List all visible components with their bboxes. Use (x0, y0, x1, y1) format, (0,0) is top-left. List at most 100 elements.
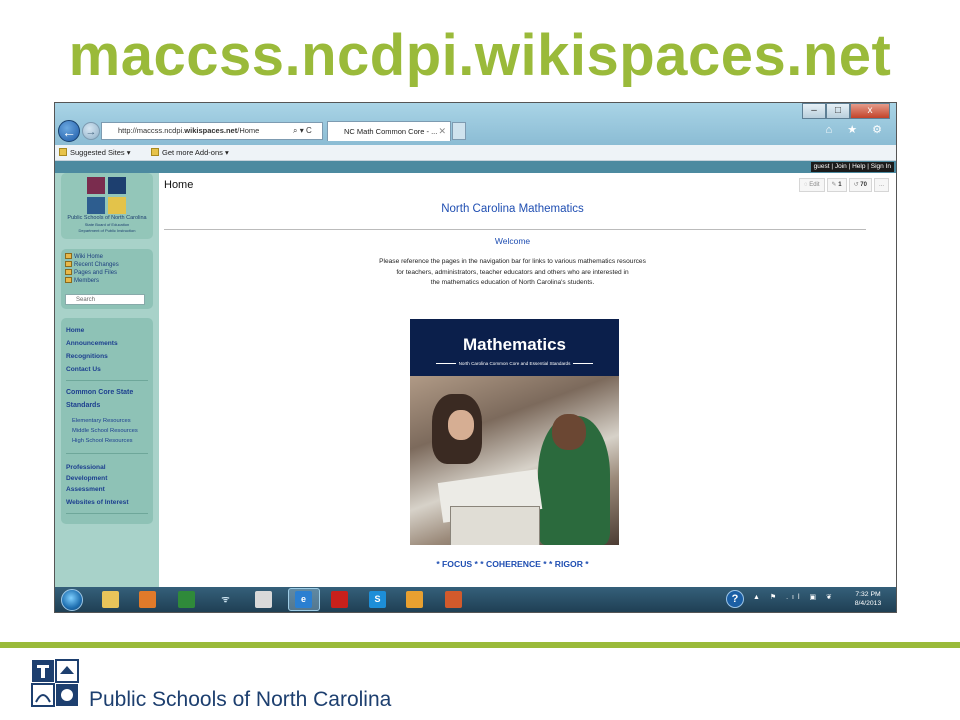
comments-button[interactable]: ✎ 1 (826, 178, 847, 192)
logo-line2: State Board of Education (84, 221, 130, 227)
minimize-button[interactable]: – (802, 103, 826, 119)
teacher-face (552, 414, 586, 450)
forward-button[interactable]: → (82, 122, 100, 140)
focus-coherence-rigor: * FOCUS * * COHERENCE * * RIGOR * (436, 559, 589, 569)
tab-nc-math[interactable]: NC Math Common Core - ... ✕ (327, 121, 451, 141)
dpi-logo-text: Public Schools of North Carolina State B… (61, 215, 153, 235)
nav-contact-us[interactable]: Contact Us (66, 366, 101, 374)
members-icon (65, 277, 72, 283)
nav-recognitions[interactable]: Recognitions (66, 353, 108, 361)
nav-divider (66, 380, 148, 381)
nav-elementary[interactable]: Elementary Resources (72, 417, 131, 425)
media-player-icon[interactable] (139, 591, 156, 608)
footer-rule (0, 642, 960, 648)
page-heading: North Carolina Mathematics (441, 203, 584, 215)
home-icon (65, 253, 72, 259)
get-addons-label: Get more Add-ons ▾ (162, 148, 229, 157)
powerpoint-icon[interactable] (445, 591, 462, 608)
tab-close-icon[interactable]: ✕ (438, 122, 446, 141)
sidebar: Public Schools of North Carolina State B… (55, 173, 159, 587)
address-bar[interactable]: http://maccss.ncdpi.wikispaces.net/Home (101, 122, 323, 140)
window-controls: – □ x (802, 103, 890, 119)
favorites-bar: Suggested Sites ▾ Get more Add-ons ▾ (55, 145, 896, 161)
wiki-home-label: Wiki Home (74, 254, 104, 260)
nav-standards-line2: Standards (66, 402, 101, 409)
nav-professional-development[interactable]: Professional Development (66, 462, 107, 484)
system-tray-icons[interactable]: ▲ ⚑ .ıl ▣ ❦ (753, 593, 836, 601)
wiki-body: Public Schools of North Carolina State B… (55, 173, 896, 587)
browser-screenshot: – □ x ← → http://maccss.ncdpi.wikispaces… (54, 102, 897, 613)
help-icon[interactable]: ? (726, 590, 744, 608)
nav-prof-line1: Professional (66, 464, 106, 471)
dpi-logo-panel[interactable]: Public Schools of North Carolina State B… (61, 173, 153, 239)
maximize-button[interactable]: □ (826, 103, 850, 119)
tab-title: NC Math Common Core - ... (344, 127, 438, 136)
more-button[interactable]: ... (873, 178, 889, 192)
skype-icon[interactable]: S (369, 591, 386, 608)
nav-standards[interactable]: Common Core State Standards (66, 386, 133, 412)
wiki-tools-panel: Wiki Home Recent Changes Pages and Files… (61, 249, 153, 309)
new-tab-button[interactable] (452, 122, 466, 140)
star-icon (59, 148, 67, 156)
dpi-logo-icon (87, 177, 127, 215)
acrobat-icon[interactable] (331, 591, 348, 608)
wiki-navigation: Home Announcements Recognitions Contact … (61, 318, 153, 524)
page-title: Home (164, 179, 194, 191)
recent-changes-link[interactable]: Recent Changes (61, 261, 153, 269)
comment-count: 1 (838, 182, 842, 188)
members-link[interactable]: Members (61, 277, 153, 285)
suggested-sites-link[interactable]: Suggested Sites ▾ (59, 145, 130, 161)
edit-button[interactable]: ◌ Edit (798, 178, 825, 192)
browser-titlebar: – □ x ← → http://maccss.ncdpi.wikispaces… (55, 103, 896, 145)
cover-subtitle: North Carolina Common Core and Essential… (410, 361, 619, 366)
nav-assessment[interactable]: Assessment (66, 486, 105, 494)
nav-websites[interactable]: Websites of Interest (66, 499, 129, 507)
intro-line3: the mathematics education of North Carol… (430, 279, 595, 286)
calendar-icon (65, 261, 72, 267)
slide-title: maccss.ncdpi.wikispaces.net (68, 23, 892, 88)
footer-org-name: Public Schools of North Carolina (89, 688, 392, 711)
wiki-content: Home ◌ Edit ✎ 1 ↺ 70 ... North Carolina … (159, 173, 896, 587)
wifi-icon[interactable]: ᯤ (217, 591, 234, 608)
suggested-sites-label: Suggested Sites ▾ (70, 148, 131, 157)
nav-divider (66, 513, 148, 514)
address-prefix: http://maccss.ncdpi. (118, 126, 185, 135)
members-label: Members (74, 278, 100, 284)
get-addons-link[interactable]: Get more Add-ons ▾ (151, 145, 229, 161)
back-button[interactable]: ← (58, 120, 80, 142)
pages-files-link[interactable]: Pages and Files (61, 269, 153, 277)
logo-line1: Public Schools of North Carolina (67, 215, 147, 221)
history-button[interactable]: ↺ 70 (848, 178, 872, 192)
outlook-icon[interactable] (406, 591, 423, 608)
nav-middle-school[interactable]: Middle School Resources (72, 427, 138, 435)
start-button[interactable] (61, 589, 83, 611)
wiki-search-input[interactable]: Search (65, 294, 145, 305)
user-links[interactable]: guest | Join | Help | Sign In (810, 162, 894, 172)
wiki-home-link[interactable]: Wiki Home (61, 253, 153, 261)
nav-prof-line2: Development (66, 475, 108, 482)
page-toolbar: ◌ Edit ✎ 1 ↺ 70 ... (797, 178, 889, 192)
close-button[interactable]: x (850, 103, 890, 119)
browser-toolbar-icons[interactable]: ⌂ ★ ⚙ (826, 123, 888, 136)
intro-line2: for teachers, administrators, teacher ed… (396, 268, 629, 276)
cover-title: Mathematics (463, 335, 566, 354)
explorer-icon[interactable] (102, 591, 119, 608)
student-face (448, 410, 474, 440)
address-tools[interactable]: ⌕ ▾ C (293, 122, 312, 139)
clock-time: 7:32 PM (855, 591, 881, 598)
dpi-footer-logo (31, 659, 79, 707)
nav-high-school[interactable]: High School Resources (72, 437, 133, 445)
nav-announcements[interactable]: Announcements (66, 340, 118, 348)
fax-icon[interactable] (255, 591, 272, 608)
heading-rule (164, 229, 866, 230)
internet-explorer-icon[interactable]: e (295, 591, 312, 608)
nav-divider (66, 453, 148, 454)
clock[interactable]: 7:32 PM 8/4/2013 (847, 590, 889, 608)
intro-paragraph: Please reference the pages in the naviga… (159, 257, 866, 289)
page-icon (151, 148, 159, 156)
welcome-text: Welcome (494, 236, 531, 246)
nav-home[interactable]: Home (66, 327, 84, 335)
stocks-icon[interactable] (178, 591, 195, 608)
binder (450, 506, 540, 545)
nav-standards-line1: Common Core State (66, 389, 134, 396)
